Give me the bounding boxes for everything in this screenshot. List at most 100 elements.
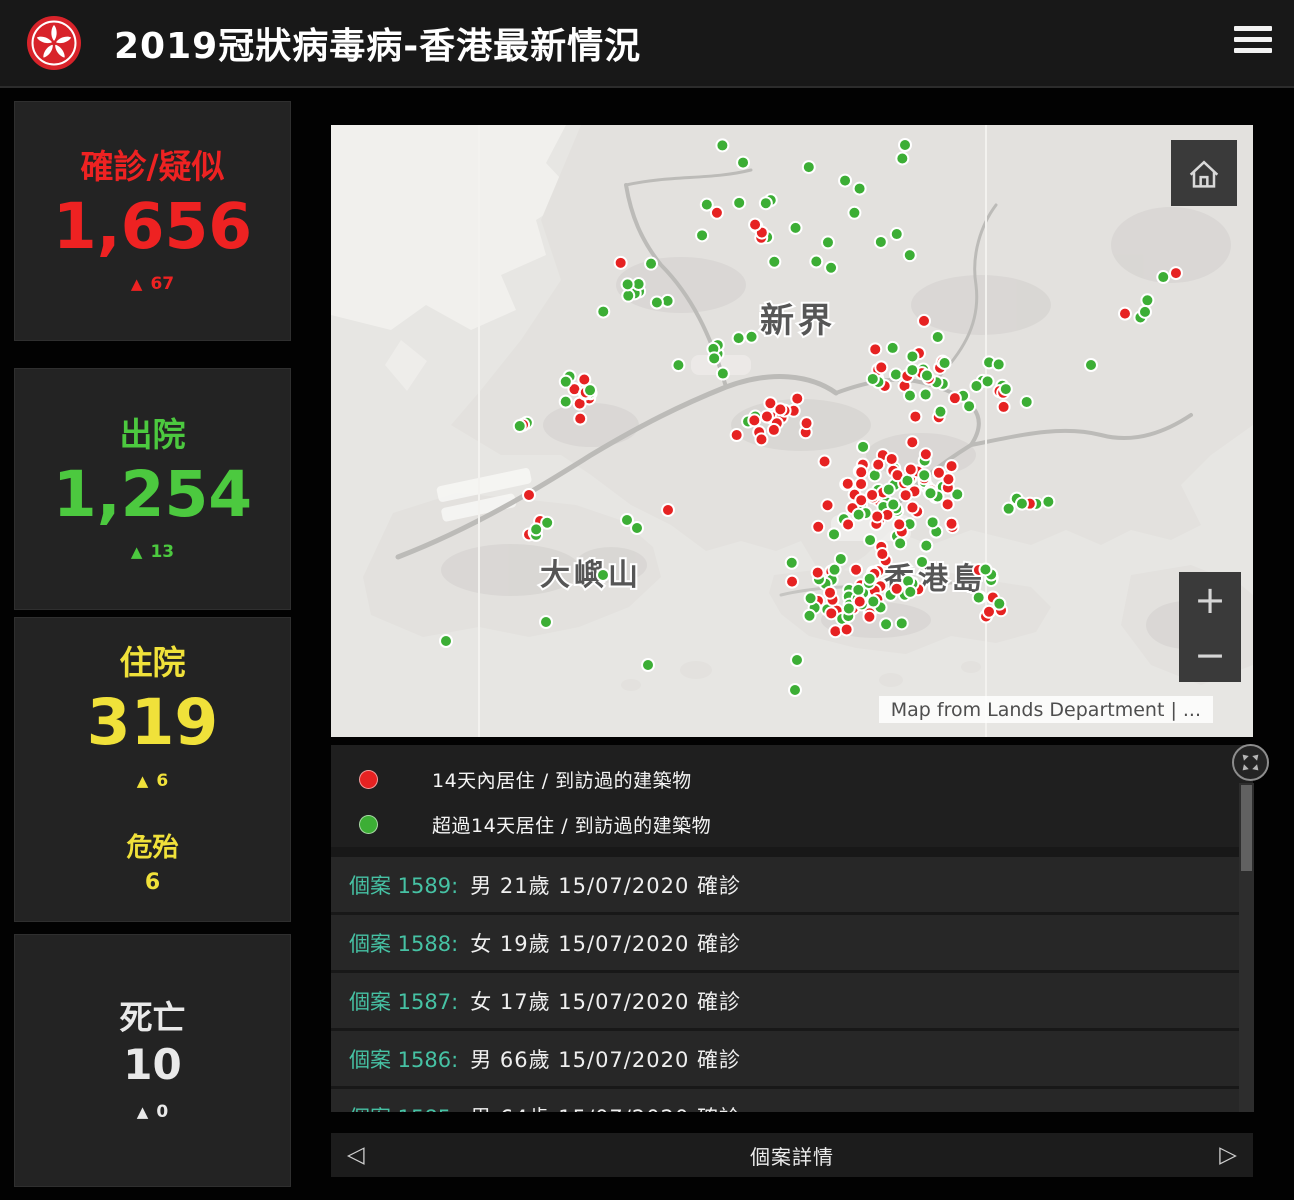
- case-building-marker-recent[interactable]: [786, 576, 798, 588]
- case-building-marker-old[interactable]: [804, 610, 816, 622]
- zoom-in-button[interactable]: +: [1179, 572, 1241, 627]
- case-building-marker-old[interactable]: [904, 249, 916, 261]
- case-building-marker-old[interactable]: [854, 183, 866, 195]
- case-building-marker-old[interactable]: [921, 370, 933, 382]
- case-row[interactable]: 個案 1589:男 21歲 15/07/2020 確診: [331, 857, 1253, 912]
- case-building-marker-old[interactable]: [924, 487, 936, 499]
- case-building-marker-recent[interactable]: [983, 606, 995, 618]
- case-building-marker-recent[interactable]: [906, 502, 918, 514]
- case-building-marker-old[interactable]: [839, 175, 851, 187]
- case-building-marker-old[interactable]: [852, 584, 864, 596]
- case-building-marker-recent[interactable]: [946, 460, 958, 472]
- case-building-marker-old[interactable]: [918, 469, 930, 481]
- case-building-marker-old[interactable]: [973, 592, 985, 604]
- case-building-marker-recent[interactable]: [855, 466, 867, 478]
- case-building-marker-old[interactable]: [760, 197, 772, 209]
- case-building-marker-recent[interactable]: [891, 583, 903, 595]
- case-building-marker-recent[interactable]: [774, 403, 786, 415]
- case-building-marker-old[interactable]: [880, 618, 892, 630]
- case-building-marker-old[interactable]: [790, 222, 802, 234]
- case-building-marker-old[interactable]: [1139, 306, 1151, 318]
- case-building-marker-old[interactable]: [963, 400, 975, 412]
- case-building-marker-old[interactable]: [1042, 496, 1054, 508]
- case-building-marker-old[interactable]: [791, 654, 803, 666]
- case-row[interactable]: 個案 1585:男 64歲 15/07/2020 確診: [331, 1089, 1253, 1112]
- case-building-marker-old[interactable]: [631, 522, 643, 534]
- case-building-marker-old[interactable]: [864, 573, 876, 585]
- next-panel-arrow-icon[interactable]: ▷: [1219, 1144, 1237, 1167]
- case-building-marker-recent[interactable]: [749, 219, 761, 231]
- case-building-marker-recent[interactable]: [875, 361, 887, 373]
- case-building-marker-old[interactable]: [440, 635, 452, 647]
- case-building-marker-old[interactable]: [894, 537, 906, 549]
- zoom-out-button[interactable]: −: [1179, 627, 1241, 682]
- case-row[interactable]: 個案 1586:男 66歲 15/07/2020 確診: [331, 1031, 1253, 1086]
- case-building-marker-old[interactable]: [622, 278, 634, 290]
- case-building-marker-old[interactable]: [541, 517, 553, 529]
- case-building-marker-old[interactable]: [828, 528, 840, 540]
- case-building-marker-recent[interactable]: [909, 411, 921, 423]
- case-building-marker-recent[interactable]: [768, 424, 780, 436]
- case-building-marker-old[interactable]: [696, 229, 708, 241]
- case-building-marker-recent[interactable]: [731, 429, 743, 441]
- case-building-marker-old[interactable]: [896, 152, 908, 164]
- case-building-marker-recent[interactable]: [1170, 267, 1182, 279]
- case-building-marker-old[interactable]: [939, 357, 951, 369]
- case-row[interactable]: 個案 1587:女 17歲 15/07/2020 確診: [331, 973, 1253, 1028]
- case-building-marker-old[interactable]: [899, 139, 911, 151]
- case-building-marker-old[interactable]: [822, 236, 834, 248]
- case-building-marker-old[interactable]: [786, 557, 798, 569]
- case-building-marker-recent[interactable]: [946, 518, 958, 530]
- case-building-marker-recent[interactable]: [905, 464, 917, 476]
- case-building-marker-old[interactable]: [701, 199, 713, 211]
- case-building-marker-old[interactable]: [853, 509, 865, 521]
- case-building-marker-recent[interactable]: [822, 499, 834, 511]
- panel-expand-button[interactable]: [1232, 744, 1269, 781]
- case-building-marker-old[interactable]: [1157, 271, 1169, 283]
- case-building-marker-old[interactable]: [993, 598, 1005, 610]
- case-building-marker-recent[interactable]: [850, 564, 862, 576]
- case-building-marker-old[interactable]: [887, 499, 899, 511]
- case-building-marker-old[interactable]: [891, 228, 903, 240]
- case-building-marker-recent[interactable]: [812, 567, 824, 579]
- case-building-marker-recent[interactable]: [872, 459, 884, 471]
- case-building-marker-recent[interactable]: [855, 478, 867, 490]
- case-building-marker-recent[interactable]: [863, 611, 875, 623]
- case-building-marker-recent[interactable]: [842, 478, 854, 490]
- case-building-marker-recent[interactable]: [871, 510, 883, 522]
- case-building-marker-old[interactable]: [993, 358, 1005, 370]
- case-building-marker-old[interactable]: [1000, 383, 1012, 395]
- case-building-marker-recent[interactable]: [819, 456, 831, 468]
- case-building-marker-recent[interactable]: [825, 607, 837, 619]
- case-building-marker-old[interactable]: [916, 556, 928, 568]
- case-building-marker-recent[interactable]: [876, 548, 888, 560]
- case-building-marker-old[interactable]: [867, 373, 879, 385]
- case-building-marker-old[interactable]: [867, 596, 879, 608]
- case-building-marker-old[interactable]: [651, 296, 663, 308]
- map-home-button[interactable]: [1171, 140, 1237, 206]
- case-building-marker-recent[interactable]: [869, 343, 881, 355]
- case-building-marker-recent[interactable]: [918, 315, 930, 327]
- case-building-marker-old[interactable]: [805, 592, 817, 604]
- case-building-marker-recent[interactable]: [801, 417, 813, 429]
- case-row[interactable]: 個案 1588:女 19歲 15/07/2020 確診: [331, 915, 1253, 970]
- case-building-marker-recent[interactable]: [906, 436, 918, 448]
- map-canvas[interactable]: 新界大嶼山香港島: [331, 125, 1253, 737]
- menu-hamburger-icon[interactable]: [1234, 26, 1272, 60]
- case-building-marker-recent[interactable]: [662, 504, 674, 516]
- case-building-marker-old[interactable]: [672, 359, 684, 371]
- case-building-marker-old[interactable]: [789, 684, 801, 696]
- map-panel[interactable]: 新界大嶼山香港島 + − Map from Lands Department |…: [331, 125, 1253, 737]
- case-building-marker-recent[interactable]: [949, 392, 961, 404]
- case-building-marker-old[interactable]: [803, 161, 815, 173]
- case-building-marker-old[interactable]: [560, 396, 572, 408]
- case-building-marker-old[interactable]: [906, 364, 918, 376]
- case-building-marker-old[interactable]: [716, 139, 728, 151]
- case-building-marker-recent[interactable]: [900, 489, 912, 501]
- case-building-marker-old[interactable]: [584, 384, 596, 396]
- case-list-scrollbar[interactable]: [1239, 783, 1254, 1112]
- case-building-marker-recent[interactable]: [615, 257, 627, 269]
- case-building-marker-old[interactable]: [530, 523, 542, 535]
- case-building-marker-old[interactable]: [733, 197, 745, 209]
- case-building-marker-old[interactable]: [1085, 359, 1097, 371]
